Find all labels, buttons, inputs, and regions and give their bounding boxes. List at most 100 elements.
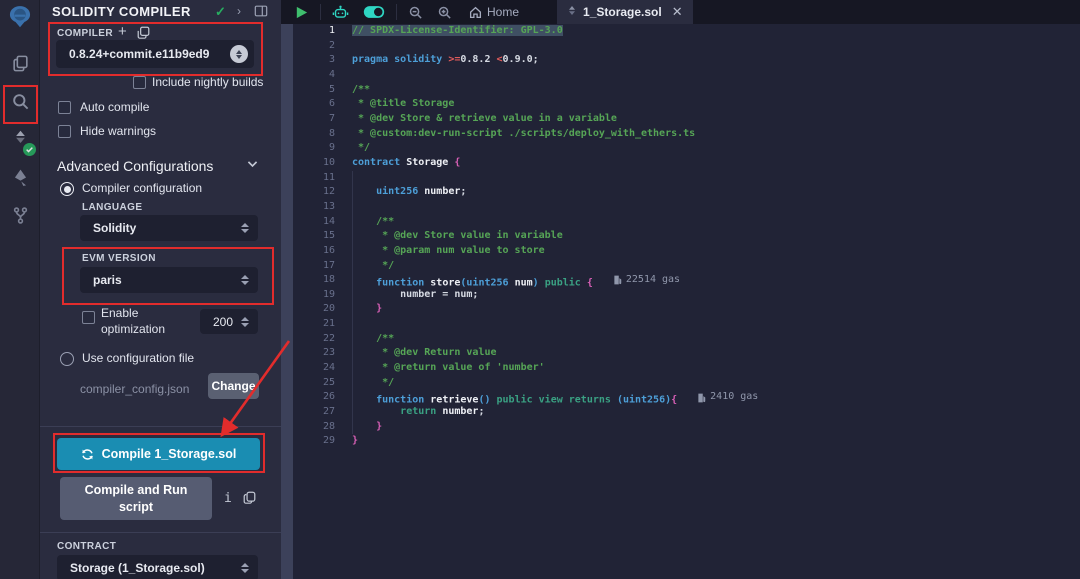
code-line[interactable]: 9 */	[293, 141, 1080, 156]
line-number: 8	[293, 127, 335, 142]
nightly-builds-checkbox[interactable]	[133, 76, 146, 89]
compile-and-run-button[interactable]: Compile and Run script	[60, 477, 212, 520]
line-number: 5	[293, 83, 335, 98]
divider	[320, 4, 321, 20]
line-number: 10	[293, 156, 335, 171]
chevron-right-icon[interactable]: ›	[237, 4, 241, 18]
code-line[interactable]: 26 function retrieve() public view retur…	[293, 390, 1080, 405]
language-stepper-icon	[240, 221, 249, 235]
auto-compile-label: Auto compile	[80, 100, 149, 114]
contract-select[interactable]: Storage (1_Storage.sol)	[57, 555, 258, 579]
hide-warnings-checkbox[interactable]	[58, 125, 71, 138]
line-number: 2	[293, 39, 335, 54]
line-number: 29	[293, 434, 335, 449]
advanced-configurations-title[interactable]: Advanced Configurations	[57, 158, 213, 174]
indent-guide	[352, 171, 353, 434]
line-number: 12	[293, 185, 335, 200]
tab-storage-label: 1_Storage.sol	[583, 5, 662, 19]
code-line[interactable]: 19 number = num;	[293, 288, 1080, 303]
tab-home[interactable]: Home	[459, 0, 529, 24]
code-line[interactable]: 20 }	[293, 302, 1080, 317]
code-line[interactable]: 11	[293, 171, 1080, 186]
refresh-icon	[81, 448, 94, 461]
code-line[interactable]: 7 * @dev Store & retrieve value in a var…	[293, 112, 1080, 127]
code-line[interactable]: 25 */	[293, 376, 1080, 391]
code-line[interactable]: 10contract Storage {	[293, 156, 1080, 171]
code-line[interactable]: 14 /**	[293, 215, 1080, 230]
enable-optimization-label: Enable optimization	[101, 306, 181, 337]
code-line[interactable]: 2	[293, 39, 1080, 54]
code-line[interactable]: 1// SPDX-License-Identifier: GPL-3.0	[293, 24, 1080, 39]
code-line[interactable]: 22 /**	[293, 332, 1080, 347]
line-number: 15	[293, 229, 335, 244]
git-icon[interactable]	[0, 196, 40, 234]
evm-stepper-icon	[240, 273, 249, 287]
deploy-run-icon[interactable]	[0, 158, 40, 196]
ai-toggle-icon[interactable]	[356, 0, 392, 24]
close-icon[interactable]: ✕	[668, 4, 683, 20]
code-line[interactable]: 15 * @dev Store value in variable	[293, 229, 1080, 244]
line-number: 21	[293, 317, 335, 332]
language-label: LANGUAGE	[82, 202, 142, 213]
code-line[interactable]: 6 * @title Storage	[293, 97, 1080, 112]
code-line[interactable]: 17 */	[293, 259, 1080, 274]
code-line[interactable]: 27 return number;	[293, 405, 1080, 420]
code-line[interactable]: 28 }	[293, 420, 1080, 435]
code-editor[interactable]: 1// SPDX-License-Identifier: GPL-3.023pr…	[293, 24, 1080, 579]
file-explorer-icon[interactable]	[0, 44, 40, 82]
play-icon[interactable]	[287, 0, 316, 24]
code-line[interactable]: 24 * @return value of 'number'	[293, 361, 1080, 376]
compiler-configuration-label: Compiler configuration	[82, 181, 202, 195]
optimization-runs-input[interactable]: 200	[200, 309, 258, 334]
code-line[interactable]: 5/**	[293, 83, 1080, 98]
change-config-button[interactable]: Change	[208, 373, 259, 399]
code-line[interactable]: 8 * @custom:dev-run-script ./scripts/dep…	[293, 127, 1080, 142]
line-number: 28	[293, 420, 335, 435]
chevron-down-icon[interactable]	[246, 157, 259, 175]
search-icon[interactable]	[0, 82, 40, 120]
solidity-compiler-icon[interactable]	[0, 120, 40, 158]
auto-compile-checkbox[interactable]	[58, 101, 71, 114]
info-icon[interactable]: i	[224, 491, 232, 506]
panel-resize-handle[interactable]	[281, 24, 293, 579]
split-view-icon[interactable]	[254, 4, 268, 23]
line-number: 3	[293, 53, 335, 68]
code-line[interactable]: 13	[293, 200, 1080, 215]
use-configuration-file-radio[interactable]	[60, 352, 74, 366]
language-value: Solidity	[80, 221, 240, 235]
hide-warnings-label: Hide warnings	[80, 124, 156, 138]
add-compiler-icon[interactable]: +	[118, 23, 127, 40]
code-line[interactable]: 23 * @dev Return value	[293, 346, 1080, 361]
use-configuration-file-label: Use configuration file	[82, 351, 194, 365]
code-line[interactable]: 4	[293, 68, 1080, 83]
evm-version-select[interactable]: paris	[80, 267, 258, 293]
code-line[interactable]: 16 * @param num value to store	[293, 244, 1080, 259]
language-select[interactable]: Solidity	[80, 215, 258, 241]
zoom-out-icon[interactable]	[401, 0, 430, 24]
evm-version-label: EVM VERSION	[82, 253, 156, 264]
line-number: 7	[293, 112, 335, 127]
code-line[interactable]: 21	[293, 317, 1080, 332]
line-number: 27	[293, 405, 335, 420]
compile-button[interactable]: Compile 1_Storage.sol	[57, 438, 260, 470]
activity-bar	[0, 0, 40, 579]
code-line[interactable]: 18 function store(uint256 num) public {2…	[293, 273, 1080, 288]
version-stepper-icon[interactable]	[230, 45, 248, 63]
robot-icon[interactable]	[325, 0, 356, 24]
enable-optimization-checkbox[interactable]	[82, 311, 95, 324]
compiler-version-select[interactable]: 0.8.24+commit.e11b9ed9	[56, 40, 254, 68]
line-number: 23	[293, 346, 335, 361]
line-number: 9	[293, 141, 335, 156]
copy-icon[interactable]	[243, 491, 256, 509]
config-file-name[interactable]: compiler_config.json	[80, 382, 189, 396]
zoom-in-icon[interactable]	[430, 0, 459, 24]
line-number: 19	[293, 288, 335, 303]
divider	[40, 532, 281, 533]
compiler-configuration-radio[interactable]	[60, 182, 74, 196]
remix-logo-icon[interactable]	[0, 0, 40, 34]
line-number: 14	[293, 215, 335, 230]
code-line[interactable]: 3pragma solidity >=0.8.2 <0.9.0;	[293, 53, 1080, 68]
code-line[interactable]: 12 uint256 number;	[293, 185, 1080, 200]
code-line[interactable]: 29}	[293, 434, 1080, 449]
tab-storage-sol[interactable]: 1_Storage.sol ✕	[557, 0, 693, 24]
